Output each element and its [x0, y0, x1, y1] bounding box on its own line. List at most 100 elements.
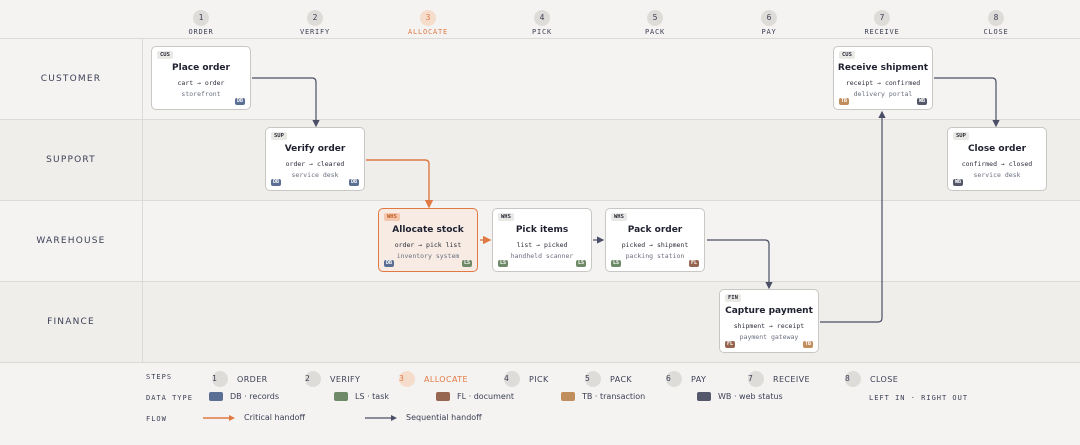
- legend-type-text: WB · web status: [718, 392, 783, 401]
- role-tag: SUP: [271, 132, 287, 140]
- legend-flow-text: Sequential handoff: [406, 413, 482, 422]
- lane-finance: FINANCE: [0, 281, 1080, 362]
- step-number: 2: [307, 10, 323, 26]
- node-receive-shipment[interactable]: CUS Receive shipment receipt → confirmed…: [833, 46, 933, 110]
- lane-label: FINANCE: [0, 282, 143, 362]
- data-type-chip: LS: [461, 260, 472, 267]
- step-header-7: 7 RECEIVE: [852, 10, 912, 36]
- node-title: Capture payment: [725, 306, 813, 316]
- step-header-4: 4 PICK: [512, 10, 572, 36]
- step-number: 7: [874, 10, 890, 26]
- step-number: 4: [534, 10, 550, 26]
- step-label: PACK: [644, 28, 666, 36]
- lane-label: SUPPORT: [0, 120, 143, 200]
- step-label: ORDER: [188, 28, 214, 36]
- legend-step-7: 7 RECEIVE: [748, 371, 810, 387]
- node-title: Place order: [172, 63, 230, 73]
- node-system: service desk: [973, 171, 1021, 179]
- data-type-chip: FL: [688, 260, 699, 267]
- node-title: Allocate stock: [392, 225, 464, 235]
- node-system: payment gateway: [739, 333, 799, 341]
- node-system: inventory system: [396, 252, 460, 260]
- step-label: CLOSE: [983, 28, 1009, 36]
- node-io: order → cleared: [285, 160, 345, 168]
- data-type-chip: TB: [839, 98, 850, 105]
- node-io: shipment → receipt: [733, 322, 805, 330]
- step-number: 3: [399, 371, 415, 387]
- step-header-5: 5 PACK: [625, 10, 685, 36]
- data-type-chip: DB: [234, 98, 245, 105]
- step-number: 6: [761, 10, 777, 26]
- node-system: packing station: [625, 252, 685, 260]
- legend-flow-label: FLOW: [146, 415, 167, 423]
- role-tag: CUS: [839, 51, 855, 59]
- step-number: 8: [845, 371, 861, 387]
- node-verify-order[interactable]: SUP Verify order order → cleared service…: [265, 127, 365, 191]
- node-pack-order[interactable]: WHS Pack order picked → shipment packing…: [605, 208, 705, 272]
- legend-step-8: 8 CLOSE: [845, 371, 898, 387]
- step-number: 5: [647, 10, 663, 26]
- node-capture-payment[interactable]: FIN Capture payment shipment → receipt p…: [719, 289, 819, 353]
- step-number: 2: [305, 371, 321, 387]
- data-type-chip: LS: [575, 260, 586, 267]
- legend-step-4: 4 PICK: [504, 371, 549, 387]
- swatch-ls: [334, 392, 348, 401]
- step-number: 8: [988, 10, 1004, 26]
- node-pick-items[interactable]: WHS Pick items list → picked handheld sc…: [492, 208, 592, 272]
- step-number: 6: [666, 371, 682, 387]
- step-number: 4: [504, 371, 520, 387]
- data-type-chip: TB: [802, 341, 813, 348]
- legend-step-6: 6 PAY: [666, 371, 706, 387]
- legend-steps-label: STEPS: [146, 373, 173, 381]
- legend: STEPS 1 ORDER 2 VERIFY 3 ALLOCATE 4 PICK 5 PA…: [0, 362, 1080, 445]
- node-system: storefront: [181, 90, 221, 98]
- node-system: handheld scanner: [510, 252, 574, 260]
- node-io: confirmed → closed: [961, 160, 1033, 168]
- node-io: picked → shipment: [621, 241, 689, 249]
- legend-data-type-label: DATA TYPE: [146, 394, 193, 402]
- swatch-tb: [561, 392, 575, 401]
- node-title: Verify order: [284, 144, 346, 154]
- node-title: Receive shipment: [837, 63, 929, 73]
- legend-note: LEFT IN · RIGHT OUT: [869, 394, 969, 402]
- node-io: cart → order: [177, 79, 225, 87]
- swatch-fl: [436, 392, 450, 401]
- node-io: receipt → confirmed: [845, 79, 921, 87]
- legend-type-tb: TB · transaction: [561, 392, 645, 401]
- legend-step-2: 2 VERIFY: [305, 371, 360, 387]
- node-title: Pack order: [627, 225, 683, 235]
- sequential-arrow-icon: [365, 414, 397, 421]
- role-tag: WHS: [611, 213, 627, 221]
- data-type-chip: DB: [384, 260, 395, 267]
- legend-step-text: PICK: [529, 374, 549, 384]
- node-place-order[interactable]: CUS Place order cart → order storefront …: [151, 46, 251, 110]
- step-number: 5: [585, 371, 601, 387]
- lane-label: CUSTOMER: [0, 39, 143, 119]
- node-title: Pick items: [515, 225, 569, 235]
- node-system: service desk: [291, 171, 339, 179]
- step-number: 1: [212, 371, 228, 387]
- legend-step-3: 3 ALLOCATE: [399, 371, 468, 387]
- legend-step-1: 1 ORDER: [212, 371, 268, 387]
- node-close-order[interactable]: SUP Close order confirmed → closed servi…: [947, 127, 1047, 191]
- step-number: 3: [420, 10, 436, 26]
- legend-step-text: VERIFY: [330, 374, 361, 384]
- legend-type-text: FL · document: [457, 392, 515, 401]
- node-io: order → pick list: [394, 241, 462, 249]
- step-number: 7: [748, 371, 764, 387]
- node-title: Close order: [967, 144, 1027, 154]
- data-type-chip: WB: [916, 98, 927, 105]
- legend-flow-text: Critical handoff: [244, 413, 306, 422]
- legend-type-text: TB · transaction: [582, 392, 646, 401]
- step-header-8: 8 CLOSE: [966, 10, 1026, 36]
- legend-step-5: 5 PACK: [585, 371, 632, 387]
- legend-critical-handoff: Critical handoff: [202, 413, 305, 422]
- node-allocate-stock[interactable]: WHS Allocate stock order → pick list inv…: [378, 208, 478, 272]
- role-tag: SUP: [953, 132, 969, 140]
- role-tag: CUS: [157, 51, 173, 59]
- swimlane-diagram: 1 ORDER 2 VERIFY 3 ALLOCATE 4 PICK 5 PACK 6 PA…: [0, 0, 1080, 445]
- step-header-1: 1 ORDER: [171, 10, 231, 36]
- lane-support: SUPPORT: [0, 119, 1080, 200]
- step-label: VERIFY: [299, 28, 331, 36]
- data-type-chip: LS: [498, 260, 509, 267]
